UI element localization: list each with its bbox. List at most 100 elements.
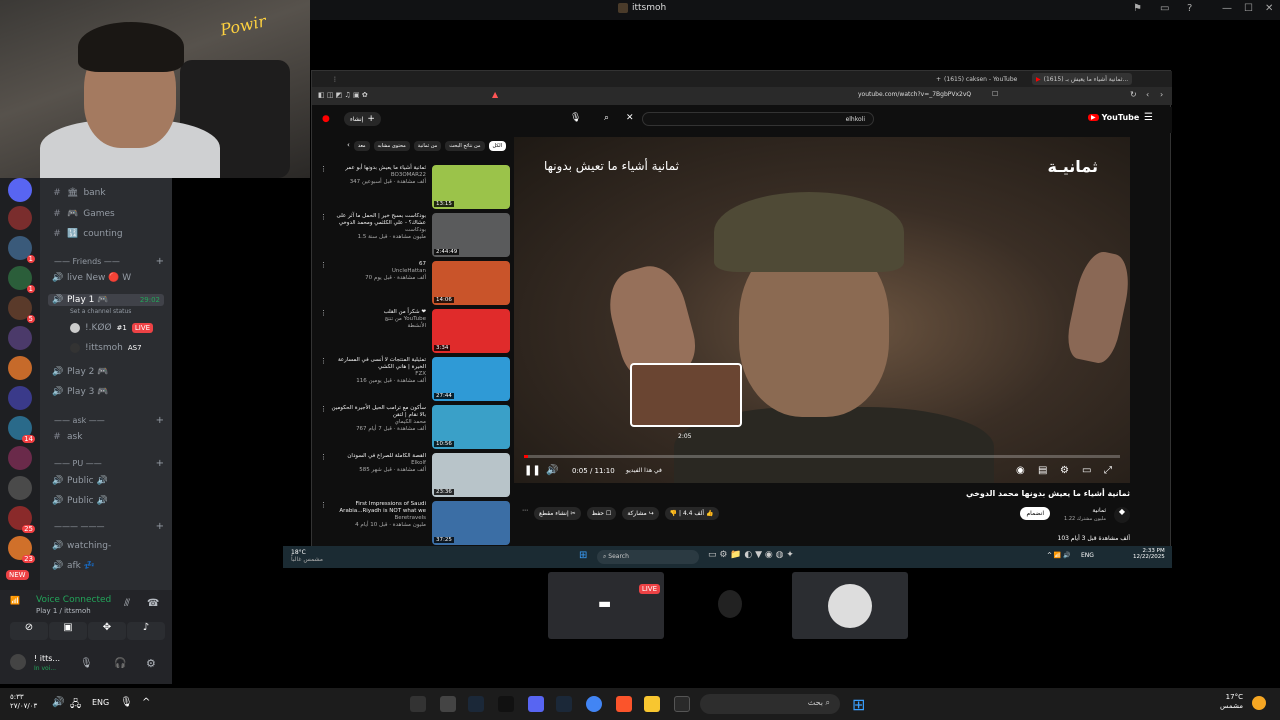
more-options-icon[interactable]: ⋮	[320, 213, 327, 221]
back-icon[interactable]: ‹	[1146, 90, 1149, 99]
chip[interactable]: من ثمانية	[413, 141, 442, 151]
reload-icon[interactable]: ↻	[1130, 90, 1137, 99]
language-indicator[interactable]: ENG	[92, 698, 109, 707]
server-icon[interactable]: 5	[8, 296, 35, 323]
settings-icon[interactable]: ⚙	[1060, 465, 1069, 476]
taskbar-search[interactable]: ⌕ Search	[597, 550, 699, 564]
steam-icon[interactable]	[468, 696, 484, 712]
windows-start-icon[interactable]: ⊞	[579, 550, 587, 561]
related-video[interactable]: 13:15 ثمانية أشياء ما يعيش بدونها أبو عمر…	[320, 165, 510, 211]
voice-channel-play2[interactable]: 🔊 Play 2 🎮	[52, 367, 108, 377]
avatar[interactable]	[10, 654, 26, 670]
participant-tile[interactable]	[792, 572, 908, 639]
disconnect-icon[interactable]: ☎	[147, 598, 159, 609]
activities-button[interactable]: ✥	[88, 622, 126, 640]
fullscreen-icon[interactable]: ⤢	[1104, 465, 1112, 476]
voice-channel-public[interactable]: 🔊 Public 🔊	[52, 476, 108, 486]
server-icon[interactable]	[8, 356, 32, 380]
channel-counting[interactable]: # 🔢 counting	[52, 229, 122, 239]
volume-icon[interactable]: 🔊	[546, 465, 558, 476]
popout-icon[interactable]: ▭	[1160, 3, 1169, 14]
url-text[interactable]: youtube.com/watch?v=_7BgbPVx2vQ	[858, 91, 971, 98]
chapter-label[interactable]: في هذا الفيديو	[626, 467, 662, 474]
add-tab-icon[interactable]: +	[936, 76, 941, 83]
voice-member[interactable]: !ittsmoh AS7	[70, 343, 142, 353]
save-button[interactable]: حفظ ☐	[586, 507, 617, 520]
autoplay-toggle[interactable]: ◉	[1016, 465, 1025, 476]
related-video[interactable]: 2:44:49 بودكاست بسبح خير | الحمل ما آثر ع…	[320, 213, 510, 259]
more-options-icon[interactable]: ⋮	[320, 165, 327, 173]
pause-icon[interactable]: ❚❚	[524, 465, 541, 476]
server-icon[interactable]	[8, 206, 32, 230]
toolbar-icons[interactable]: ◧ ◫ ◩ ♫ ▣ ✿	[318, 91, 368, 99]
voice-connected-sub[interactable]: Play 1 / ittsmoh	[36, 607, 91, 615]
category-friends[interactable]: —— Friends ——	[54, 257, 120, 266]
chevron-up-icon[interactable]: ^	[142, 697, 150, 708]
server-icon[interactable]: 14	[8, 416, 35, 443]
related-video[interactable]: 37:25 First Impressions of Saudi Arabia..…	[320, 501, 510, 547]
voice-channel-live[interactable]: 🔊 live New 🔴 W	[52, 273, 131, 283]
participant-tile[interactable]	[670, 572, 786, 639]
server-icon[interactable]	[8, 326, 32, 350]
channel-name[interactable]: ثمانية	[1092, 507, 1106, 514]
category-ask[interactable]: —— ask ——	[54, 416, 105, 425]
share-button[interactable]: مشاركة ↪	[622, 507, 659, 520]
channel-games[interactable]: # 🎮 Games	[52, 209, 114, 219]
menu-icon[interactable]: ☰	[1144, 112, 1153, 123]
brave-icon[interactable]	[616, 696, 632, 712]
server-icon[interactable]: 25	[8, 506, 35, 533]
voice-member[interactable]: !.KØØ #1 LIVE	[70, 323, 154, 333]
chevron-left-icon[interactable]: ‹	[347, 141, 350, 151]
voice-channel-play1[interactable]: 🔊 Play 1 🎮 29:02	[48, 294, 164, 306]
subtitles-icon[interactable]: ▤	[1038, 465, 1047, 476]
related-video[interactable]: 23:36 القصة الكاملة للصراع في السودان Elko…	[320, 453, 510, 499]
related-video[interactable]: 14:06 67 UncleHattan 70 ألف مشاهدة · قبل يو…	[320, 261, 510, 307]
discord-icon[interactable]	[528, 696, 544, 712]
taskbar-app-icon[interactable]	[410, 696, 426, 712]
join-button[interactable]: انضمام	[1020, 507, 1050, 520]
channel-ask[interactable]: # ask	[52, 432, 82, 442]
server-icon[interactable]	[8, 386, 32, 410]
browser-tab-active[interactable]: ▶ (1615) ثمانية أشياء ما يعيش بـ...	[1032, 73, 1133, 85]
related-video[interactable]: 3:34 شكراً من القلب ❤ من تنتج YouTube الأنش…	[320, 309, 510, 355]
server-icon[interactable]: 23	[8, 536, 35, 563]
voice-channel-play3[interactable]: 🔊 Play 3 🎮	[52, 387, 108, 397]
language-indicator[interactable]: ENG	[1081, 552, 1094, 559]
participant-stream-tile[interactable]: LIVE ▬	[548, 572, 664, 639]
screen-share-button[interactable]: ▣	[49, 622, 87, 640]
chrome-icon[interactable]	[586, 696, 602, 712]
more-options-icon[interactable]: ⋮	[320, 405, 327, 413]
clear-search-icon[interactable]: ✕	[626, 113, 634, 123]
video-player[interactable]: ثمانية أشياء ما تعيش بدونها ثمانيـة 2:05…	[514, 137, 1130, 483]
weather-widget[interactable]: 17°C مشمس	[1220, 693, 1243, 711]
headphones-icon[interactable]: 🎧	[114, 658, 126, 669]
theater-icon[interactable]: ▭	[1082, 465, 1091, 476]
soundboard-button[interactable]: ♪	[127, 622, 165, 640]
related-video[interactable]: 27:44 تمثيلية المنتجات لا أنسى في المسارع…	[320, 357, 510, 403]
search-icon[interactable]: ⌕	[604, 113, 609, 123]
network-icon[interactable]: 🖧	[70, 697, 81, 714]
search-input[interactable]: elhkoli	[642, 112, 874, 126]
progress-bar[interactable]	[524, 455, 1120, 458]
more-options-icon[interactable]: ⋮	[320, 501, 327, 509]
tray-clock[interactable]: 2:33 PM 12/22/2025	[1133, 548, 1165, 560]
file-explorer-icon[interactable]	[644, 696, 660, 712]
chip[interactable]: من نتائج البحث	[445, 141, 485, 151]
help-icon[interactable]: ?	[1187, 3, 1192, 14]
tray-icons[interactable]: ^ 📶 🔊	[1047, 552, 1071, 559]
add-channel-icon[interactable]: +	[156, 256, 164, 267]
forward-icon[interactable]: ›	[1160, 90, 1163, 99]
settings-gear-icon[interactable]: ⚙	[146, 657, 156, 670]
tab-menu-icon[interactable]: ⋮	[328, 73, 342, 85]
notification-icon[interactable]: ●	[322, 114, 330, 124]
add-channel-icon[interactable]: +	[156, 458, 164, 469]
chip[interactable]: محتوى مشابه	[373, 141, 410, 151]
server-icon[interactable]: 1	[8, 236, 35, 263]
maximize-icon[interactable]: ☐	[1244, 3, 1253, 14]
camera-off-button[interactable]: ⊘	[10, 622, 48, 640]
volume-icon[interactable]: 🔊	[52, 697, 64, 708]
more-icon[interactable]: ⋯	[522, 507, 528, 520]
taskbar-search[interactable]: بحث ⌕	[700, 694, 840, 714]
chip-all[interactable]: الكل	[488, 141, 506, 151]
more-options-icon[interactable]: ⋮	[320, 453, 327, 461]
